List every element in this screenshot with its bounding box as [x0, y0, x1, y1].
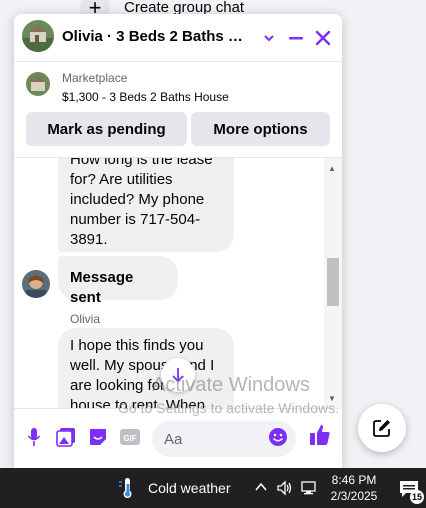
minimize-icon[interactable] — [284, 26, 308, 50]
contact-avatar[interactable] — [22, 20, 54, 52]
chat-header: Olivia · 3 Beds 2 Baths Ho... — [14, 14, 342, 62]
clock-time: 8:46 PM — [331, 473, 377, 487]
taskbar-clock[interactable]: 8:46 PM 2/3/2025 — [326, 472, 382, 504]
gif-label: GIF — [123, 434, 136, 443]
chat-title[interactable]: Olivia · 3 Beds 2 Baths Ho... — [62, 28, 252, 45]
notification-center-icon[interactable]: 15 — [398, 478, 424, 504]
like-icon[interactable] — [308, 423, 334, 451]
mark-as-pending-button[interactable]: Mark as pending — [26, 112, 187, 146]
compose-icon — [373, 420, 390, 437]
activate-windows-title: Activate Windows — [152, 374, 310, 396]
marketplace-panel: Marketplace $1,300 - 3 Beds 2 Baths Hous… — [14, 62, 342, 158]
activate-windows-subtitle: Go to Settings to activate Windows. — [118, 400, 339, 416]
sender-name: Olivia — [70, 312, 101, 326]
listing-title[interactable]: $1,300 - 3 Beds 2 Baths House — [62, 90, 229, 104]
emoji-icon[interactable] — [268, 427, 292, 451]
message-composer: GIF — [14, 408, 342, 468]
windows-taskbar: Cold weather 8:46 PM 2/3/2025 15 — [0, 468, 426, 508]
volume-icon[interactable] — [276, 480, 294, 499]
thread-scrollbar[interactable]: ▲ ▼ — [324, 158, 342, 408]
sticker-icon[interactable] — [86, 425, 110, 449]
more-options-button[interactable]: More options — [191, 112, 330, 146]
gif-icon[interactable]: GIF — [118, 425, 142, 449]
message-bubble: How long is the lease for? Are utilities… — [58, 158, 234, 252]
contact-avatar-small[interactable] — [22, 270, 50, 298]
gallery-icon[interactable] — [54, 425, 78, 449]
scroll-up-arrow-icon[interactable]: ▲ — [328, 164, 336, 173]
chevron-down-icon[interactable] — [257, 26, 281, 50]
scroll-thumb[interactable] — [327, 258, 339, 306]
notification-count-badge: 15 — [410, 490, 424, 504]
new-message-button[interactable] — [358, 404, 406, 452]
microphone-icon[interactable] — [22, 425, 46, 449]
listing-thumbnail[interactable] — [26, 72, 50, 96]
weather-label[interactable]: Cold weather — [148, 480, 231, 496]
network-icon[interactable] — [300, 480, 318, 499]
close-icon[interactable] — [311, 26, 335, 50]
show-hidden-icons-chevron-up-icon[interactable] — [254, 480, 268, 497]
marketplace-label: Marketplace — [62, 71, 128, 85]
message-thread[interactable]: How long is the lease for? Are utilities… — [14, 158, 342, 408]
clock-date: 2/3/2025 — [330, 489, 378, 503]
thermometer-icon[interactable] — [116, 476, 138, 500]
message-sent-status: Message sent — [58, 256, 178, 306]
